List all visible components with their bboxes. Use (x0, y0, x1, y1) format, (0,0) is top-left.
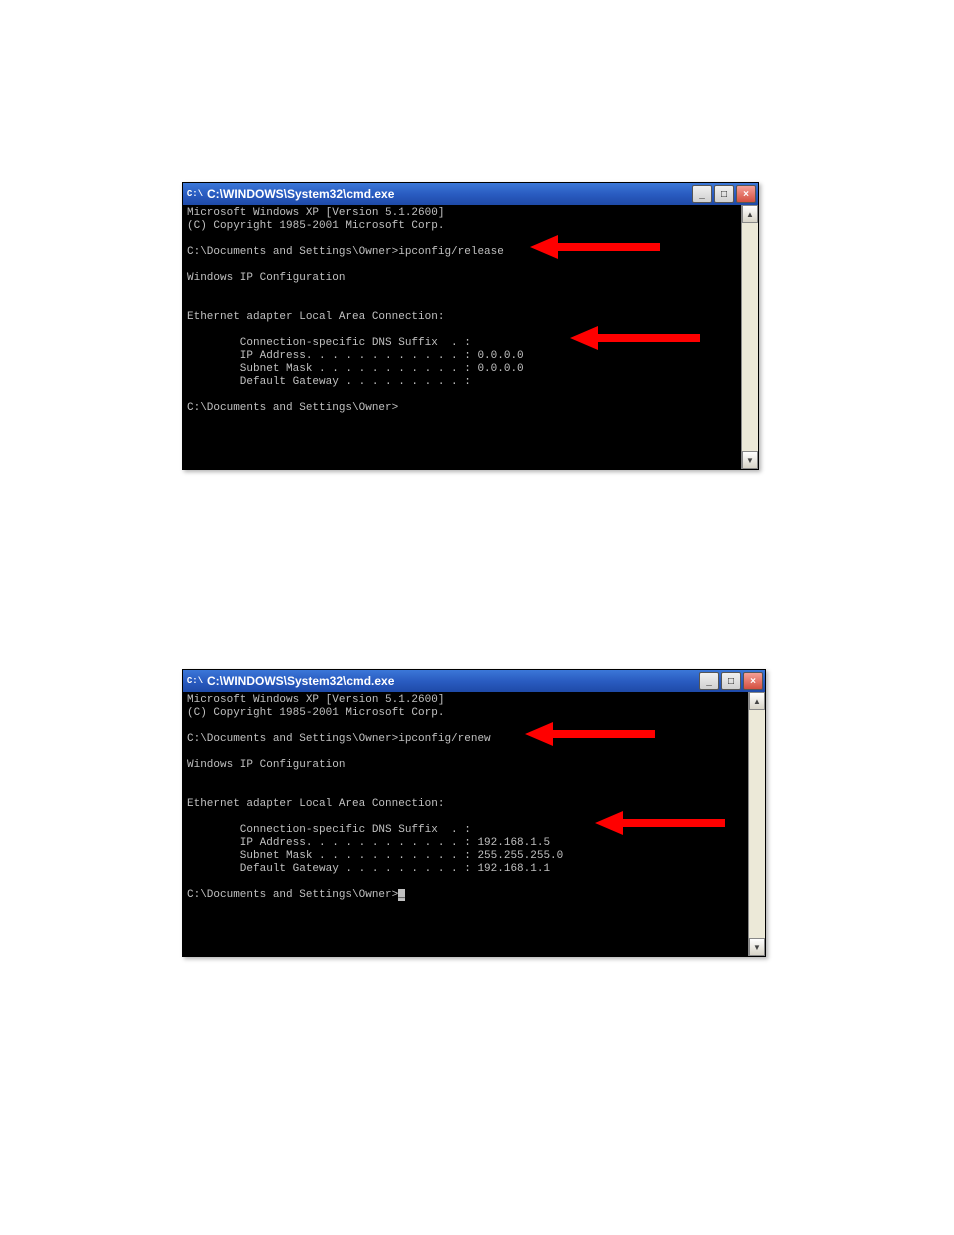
titlebar[interactable]: C:\ C:\WINDOWS\System32\cmd.exe _ □ × (183, 670, 765, 692)
line: C:\Documents and Settings\Owner>ipconfig… (187, 246, 504, 258)
scroll-track[interactable] (749, 710, 765, 938)
line: (C) Copyright 1985-2001 Microsoft Corp. (187, 220, 444, 232)
line: Default Gateway . . . . . . . . . : (187, 376, 471, 388)
window-title: C:\WINDOWS\System32\cmd.exe (207, 674, 699, 688)
close-button[interactable]: × (743, 672, 763, 690)
minimize-button[interactable]: _ (692, 185, 712, 203)
close-button[interactable]: × (736, 185, 756, 203)
line: IP Address. . . . . . . . . . . . : 192.… (187, 837, 550, 849)
line: Subnet Mask . . . . . . . . . . . : 0.0.… (187, 363, 524, 375)
window-body: Microsoft Windows XP [Version 5.1.2600] … (183, 205, 758, 469)
cmd-window-renew: C:\ C:\WINDOWS\System32\cmd.exe _ □ × Mi… (182, 669, 766, 957)
line: C:\Documents and Settings\Owner> (187, 889, 398, 901)
scroll-up-icon[interactable]: ▲ (749, 692, 765, 710)
line: Connection-specific DNS Suffix . : (187, 337, 471, 349)
cmd-icon: C:\ (187, 186, 203, 202)
vertical-scrollbar[interactable]: ▲ ▼ (748, 692, 765, 956)
line: (C) Copyright 1985-2001 Microsoft Corp. (187, 707, 444, 719)
titlebar[interactable]: C:\ C:\WINDOWS\System32\cmd.exe _ □ × (183, 183, 758, 205)
line: Windows IP Configuration (187, 272, 345, 284)
line: Connection-specific DNS Suffix . : (187, 824, 471, 836)
line: Subnet Mask . . . . . . . . . . . : 255.… (187, 850, 563, 862)
maximize-button[interactable]: □ (714, 185, 734, 203)
terminal-output[interactable]: Microsoft Windows XP [Version 5.1.2600] … (183, 692, 748, 956)
vertical-scrollbar[interactable]: ▲ ▼ (741, 205, 758, 469)
scroll-down-icon[interactable]: ▼ (749, 938, 765, 956)
terminal-output[interactable]: Microsoft Windows XP [Version 5.1.2600] … (183, 205, 741, 469)
scroll-up-icon[interactable]: ▲ (742, 205, 758, 223)
line: Ethernet adapter Local Area Connection: (187, 798, 444, 810)
window-controls: _ □ × (692, 185, 756, 203)
line: Default Gateway . . . . . . . . . : 192.… (187, 863, 550, 875)
line: C:\Documents and Settings\Owner> (187, 402, 398, 414)
line: Microsoft Windows XP [Version 5.1.2600] (187, 207, 444, 219)
window-controls: _ □ × (699, 672, 763, 690)
cmd-icon: C:\ (187, 673, 203, 689)
scroll-down-icon[interactable]: ▼ (742, 451, 758, 469)
line: C:\Documents and Settings\Owner>ipconfig… (187, 733, 491, 745)
line: Microsoft Windows XP [Version 5.1.2600] (187, 694, 444, 706)
minimize-button[interactable]: _ (699, 672, 719, 690)
line: Windows IP Configuration (187, 759, 345, 771)
scroll-track[interactable] (742, 223, 758, 451)
maximize-button[interactable]: □ (721, 672, 741, 690)
line: IP Address. . . . . . . . . . . . : 0.0.… (187, 350, 524, 362)
window-title: C:\WINDOWS\System32\cmd.exe (207, 187, 692, 201)
cursor: _ (398, 889, 405, 901)
line: Ethernet adapter Local Area Connection: (187, 311, 444, 323)
window-body: Microsoft Windows XP [Version 5.1.2600] … (183, 692, 765, 956)
cmd-window-release: C:\ C:\WINDOWS\System32\cmd.exe _ □ × Mi… (182, 182, 759, 470)
